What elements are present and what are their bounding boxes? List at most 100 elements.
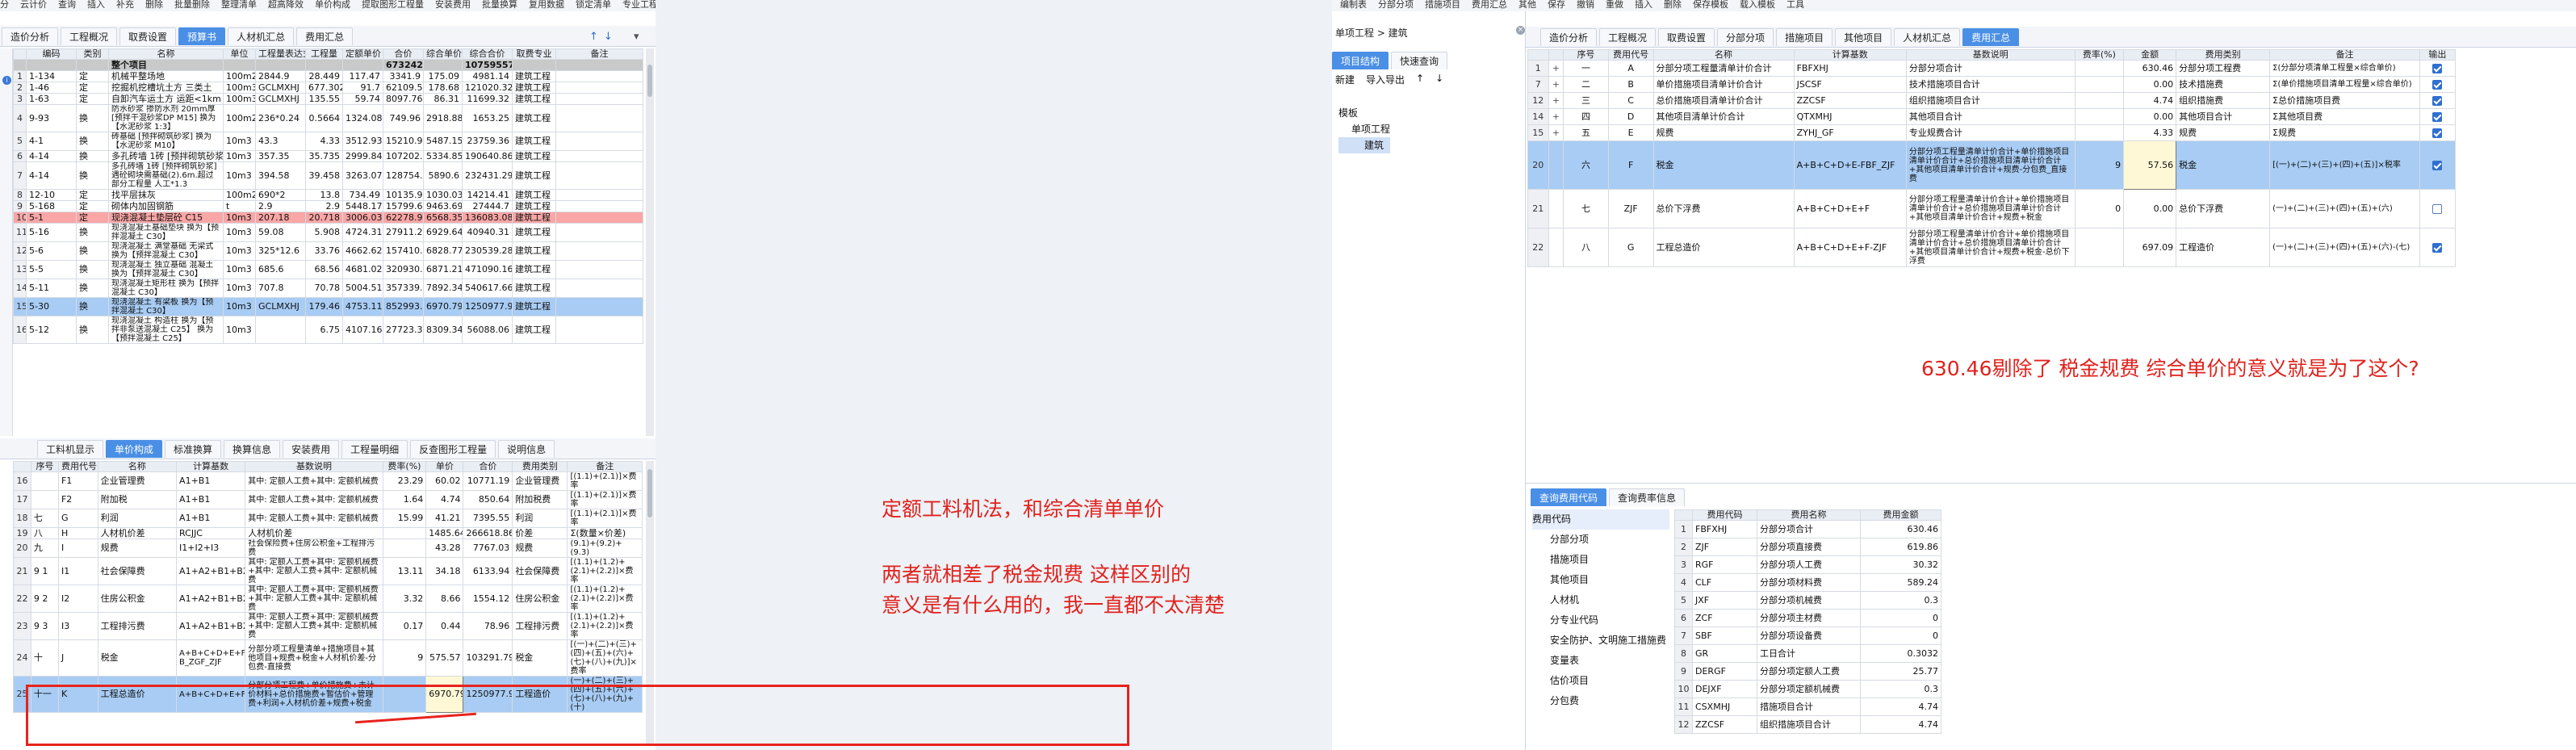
ribbon-item[interactable]: 编制表	[1340, 0, 1367, 10]
table-row[interactable]: 15 + 五 E 规费 ZYHJ_GF 专业规费合计 4.33 规费 Σ规费	[1527, 124, 2457, 141]
column-header[interactable]: 合价	[463, 461, 513, 472]
table-row[interactable]: 21 七 ZJF 总价下浮费 A+B+C+D+E+F 分部分项工程量清单计价合计+单价措施…	[1527, 189, 2457, 228]
bottom-tab-0[interactable]: 工料机显示	[37, 439, 104, 458]
bottom-tab-3[interactable]: 换算信息	[224, 439, 281, 458]
table-row[interactable]: 4 9-93 换防水砂浆 掺防水剂 20mm厚 [预拌干混砂浆DP M15] 换为【…	[13, 104, 643, 132]
output-checkbox[interactable]	[2432, 128, 2443, 138]
left-vertical-scrollbar[interactable]	[646, 48, 654, 436]
ribbon-item[interactable]: 重做	[1606, 0, 1623, 10]
column-header[interactable]: 费用类别	[2176, 49, 2271, 61]
output-checkbox-cell[interactable]	[2419, 124, 2457, 141]
fee-code-category[interactable]: 分专业代码	[1532, 610, 1669, 631]
nav-tab-1[interactable]: 快速查询	[1391, 52, 1448, 69]
ribbon-item[interactable]: 删除	[1664, 0, 1682, 10]
table-row[interactable]: 3 RGF 分部分项人工费 30.32	[1674, 555, 1941, 574]
table-row[interactable]: 19 八 H 人材机价差 RCJJC 人材机价差 1485.64 266618.86 价差 Σ(数…	[13, 527, 643, 539]
column-header[interactable]: 计算基数	[1793, 49, 1907, 61]
column-header[interactable]: 费用代号	[57, 461, 98, 472]
table-row[interactable]: 12 + 三 C 总价措施项目清单计价合计 ZZCSF 组织措施项目合计 4.74 组织措施费 Σ…	[1527, 92, 2457, 109]
column-header[interactable]: 名称	[108, 48, 224, 60]
tab-5[interactable]: 费用汇总	[296, 27, 354, 45]
table-row[interactable]: 21 9 1 I1 社会保障费 A1+A2+B1+B2 其中: 定额人工费+其中: 定额机…	[13, 557, 643, 585]
arrow-up-icon[interactable]: ↑	[589, 31, 598, 43]
column-header[interactable]: 费用金额	[1860, 509, 1941, 521]
output-checkbox[interactable]	[2432, 111, 2443, 122]
tab-1[interactable]: 工程概况	[61, 27, 118, 45]
table-row[interactable]: 125-6换现浇混凝土 满堂基础 无梁式 换为【预拌混凝土 C30】10m332…	[13, 241, 643, 261]
table-row[interactable]: 12 ZZCSF 组织措施项目合计 4.74	[1674, 715, 1941, 734]
tab-0[interactable]: 造价分析	[2, 27, 59, 45]
table-row[interactable]: 2 ZJF 分部分项直接费 619.86	[1674, 538, 1941, 556]
output-checkbox[interactable]	[2432, 203, 2443, 214]
ribbon-item[interactable]: 整理清单	[221, 0, 257, 10]
column-header[interactable]: 工程量表达式	[255, 48, 306, 60]
table-row[interactable]: 1 FBFXHJ 分部分项合计 630.46	[1674, 520, 1941, 538]
table-row[interactable]: 1 1-134 定机械平整场地 100m2 2844.9 28.449 117.47 3341…	[13, 70, 643, 82]
info-icon[interactable]: i	[2, 76, 11, 85]
bottom-tab-5[interactable]: 工程量明细	[341, 439, 408, 458]
ribbon-item[interactable]: 补充	[116, 0, 134, 10]
column-header[interactable]: 输出	[2419, 49, 2457, 61]
tab-2[interactable]: 取费设置	[119, 27, 177, 45]
table-row[interactable]: 18 七 G 利润 A1+B1 其中: 定额人工费+其中: 定额机械费 15.99 41.21…	[13, 509, 643, 528]
table-row[interactable]: 6 4-14 换多孔砖墙 1砖 [预拌砌筑砂浆] 10m3 357.35 35.735 29…	[13, 150, 643, 162]
tab-3[interactable]: 分部分项	[1717, 27, 1774, 46]
table-row[interactable]: 135-5换现浇混凝土 独立基础 混凝土 换为【预拌混凝土 C30】10m368…	[13, 260, 643, 279]
ribbon-item[interactable]: 查询	[58, 0, 76, 10]
table-row[interactable]: 812-10定找平层抹灰100m2690*213.8734.4910135.96…	[13, 189, 643, 201]
column-header[interactable]: 基数说明	[245, 461, 383, 472]
ribbon-item[interactable]: 专业工程	[622, 0, 656, 10]
table-row[interactable]: 7 SBF 分部分项设备费 0	[1674, 626, 1941, 645]
output-checkbox[interactable]	[2432, 79, 2443, 90]
tab-5[interactable]: 其他项目	[1835, 27, 1892, 46]
nav-tab-0[interactable]: 项目结构	[1332, 52, 1389, 69]
tree-node[interactable]: 单项工程	[1338, 121, 1390, 137]
tab-0[interactable]: 造价分析	[1540, 27, 1598, 46]
table-row[interactable]: 4 CLF 分部分项材料费 589.24	[1674, 573, 1941, 592]
table-row[interactable]: 16 F1 企业管理费 A1+B1 其中: 定额人工费+其中: 定额机械费 23.29 60…	[13, 471, 643, 491]
column-header[interactable]: 综合单价	[423, 48, 463, 60]
expand-toggle[interactable]: +	[1548, 108, 1564, 125]
column-header[interactable]: 计算基数	[176, 461, 246, 472]
table-row[interactable]: 20 六 F 税金 A+B+C+D+E-FBF_ZJF 分部分项工程量清单计价合计+单价措…	[1527, 140, 2457, 190]
expand-toggle[interactable]	[1548, 189, 1564, 228]
column-header[interactable]: 序号	[30, 461, 59, 472]
ribbon-item[interactable]: 插入	[87, 0, 105, 10]
table-row[interactable]: 整个项目 6732425.68 10759557.99	[13, 59, 643, 71]
tree-toolbar-button[interactable]: 新建	[1335, 73, 1355, 86]
output-checkbox-cell[interactable]	[2419, 60, 2457, 77]
table-row[interactable]: 5 JXF 分部分项机械费 0.3	[1674, 591, 1941, 610]
column-header[interactable]: 工程量	[305, 48, 343, 60]
table-row[interactable]: 155-30换现浇混凝土 有梁板 换为【预拌混凝土 C30】10m3GCLMXH…	[13, 297, 643, 316]
ribbon-item[interactable]: 批量换算	[482, 0, 517, 10]
tree-node[interactable]: 建筑	[1338, 137, 1391, 153]
ribbon-item[interactable]: 单价构成	[315, 0, 350, 10]
filter-icon[interactable]: ▾	[634, 31, 639, 43]
column-header[interactable]: 单价	[425, 461, 464, 472]
ribbon-item[interactable]: 费用汇总	[1472, 0, 1507, 10]
column-header[interactable]: 单位	[223, 48, 256, 60]
ribbon-item[interactable]: 插入	[1635, 0, 1652, 10]
output-checkbox-cell[interactable]	[2419, 76, 2457, 93]
tree-toolbar-button[interactable]: 导入导出	[1366, 73, 1405, 86]
bottom-tab-2[interactable]: 标准换算	[165, 439, 222, 458]
fee-code-category[interactable]: 估价项目	[1532, 671, 1669, 691]
table-row[interactable]: 23 9 3 I3 工程排污费 A1+A2+B1+B2 其中: 定额人工费+其中: 定额机…	[13, 612, 643, 640]
tab-1[interactable]: 工程概况	[1599, 27, 1657, 46]
tab-3[interactable]: 预算书	[178, 27, 226, 45]
expand-toggle[interactable]	[1548, 140, 1564, 190]
ribbon-item[interactable]: 撤销	[1577, 0, 1594, 10]
column-header[interactable]: 名称	[1652, 49, 1795, 61]
table-row[interactable]: 22 9 2 I2 住房公积金 A1+A2+B1+B2 其中: 定额人工费+其中: 定额机…	[13, 584, 643, 613]
bottom-tab-7[interactable]: 说明信息	[498, 439, 555, 458]
ribbon-item[interactable]: 批量删除	[174, 0, 210, 10]
ribbon-item[interactable]: 云计价	[20, 0, 47, 10]
tab-4[interactable]: 人材机汇总	[228, 27, 295, 45]
table-row[interactable]: 95-168定砌体内加固钢筋t2.92.95448.1715799.699463…	[13, 200, 643, 212]
expand-toggle[interactable]: +	[1548, 92, 1564, 109]
bottom-tab-4[interactable]: 安装费用	[283, 439, 340, 458]
ribbon-item[interactable]: 锁定清单	[576, 0, 611, 10]
column-header[interactable]: 费率(%)	[382, 461, 427, 472]
column-header[interactable]: 费用代号	[1607, 49, 1654, 61]
column-header[interactable]: 备注	[555, 48, 643, 60]
